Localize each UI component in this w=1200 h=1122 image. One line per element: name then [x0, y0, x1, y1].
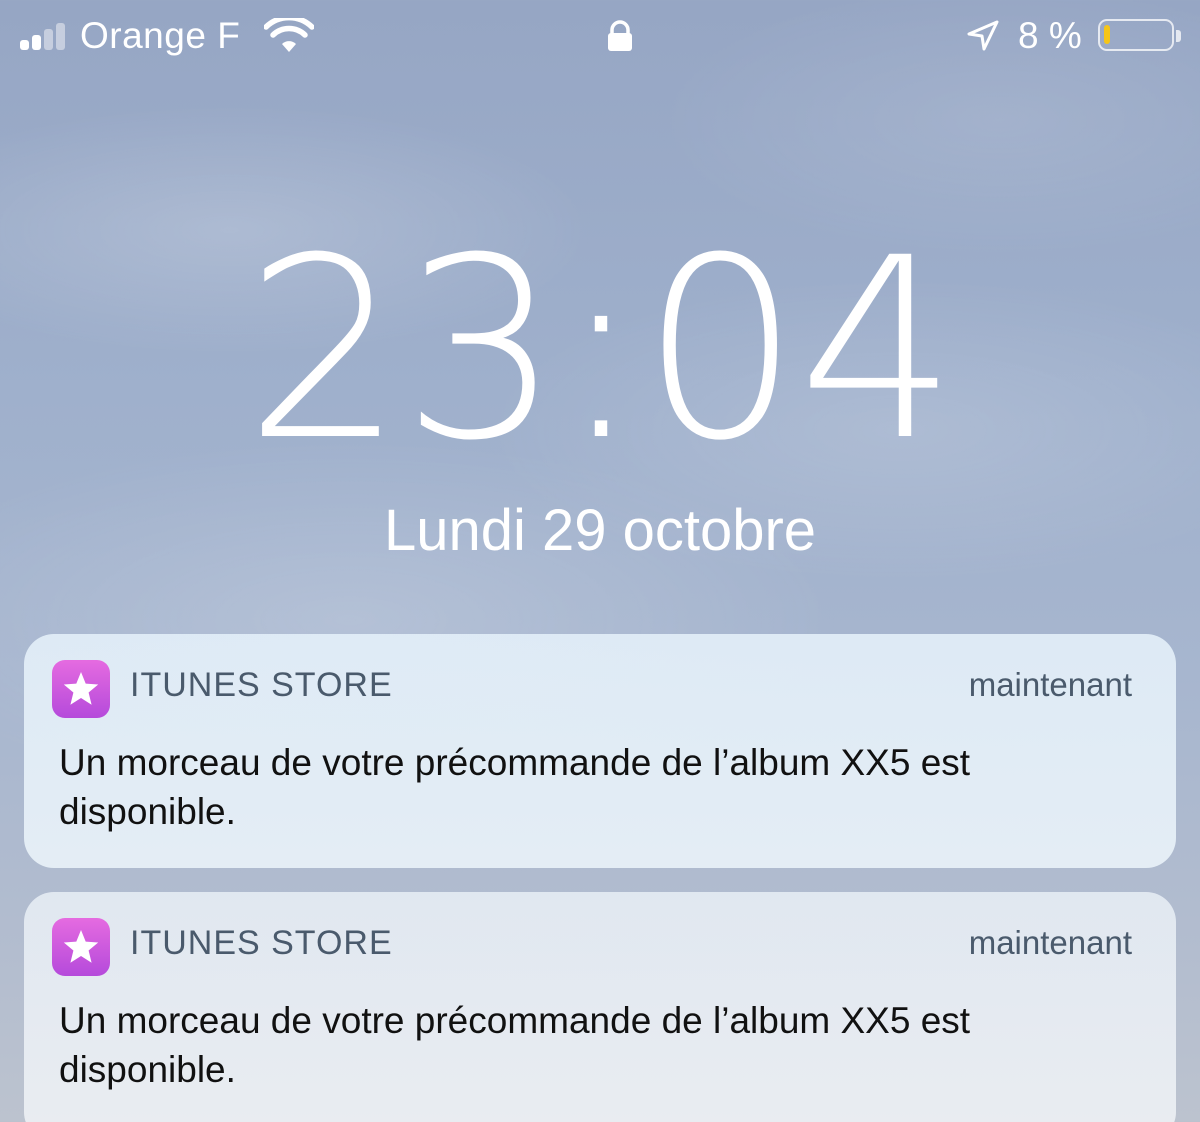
- lock-screen-time: 23:04: [244, 204, 957, 495]
- itunes-store-app-icon: [52, 918, 110, 976]
- location-arrow-icon: [967, 20, 999, 51]
- battery-nub: [1176, 30, 1181, 42]
- lock-icon: [608, 20, 632, 51]
- battery-percentage: 8 %: [1018, 15, 1082, 56]
- battery-icon: [1098, 19, 1174, 51]
- lock-screen-date: Lundi 29 octobre: [383, 498, 817, 563]
- notification-timestamp: maintenant: [968, 666, 1132, 703]
- notification-message: Un morceau de votre précommande de l’alb…: [59, 742, 971, 832]
- wifi-icon: [264, 18, 314, 52]
- cellular-signal-icon: [20, 22, 70, 50]
- star-icon: [63, 930, 99, 963]
- itunes-store-app-icon: [52, 660, 110, 718]
- status-bar: Orange F 8 %: [0, 0, 1200, 72]
- notification-message: Un morceau de votre précommande de l’alb…: [59, 1000, 971, 1090]
- notification-card[interactable]: ITUNES STORE maintenant Un morceau de vo…: [24, 892, 1176, 1122]
- star-icon: [63, 672, 99, 705]
- notification-card[interactable]: ITUNES STORE maintenant Un morceau de vo…: [24, 634, 1176, 868]
- battery-level-fill: [1104, 25, 1110, 44]
- notification-app-name: ITUNES STORE: [130, 924, 393, 962]
- carrier-name: Orange F: [80, 15, 241, 56]
- notification-app-name: ITUNES STORE: [130, 666, 393, 704]
- notification-timestamp: maintenant: [968, 924, 1132, 961]
